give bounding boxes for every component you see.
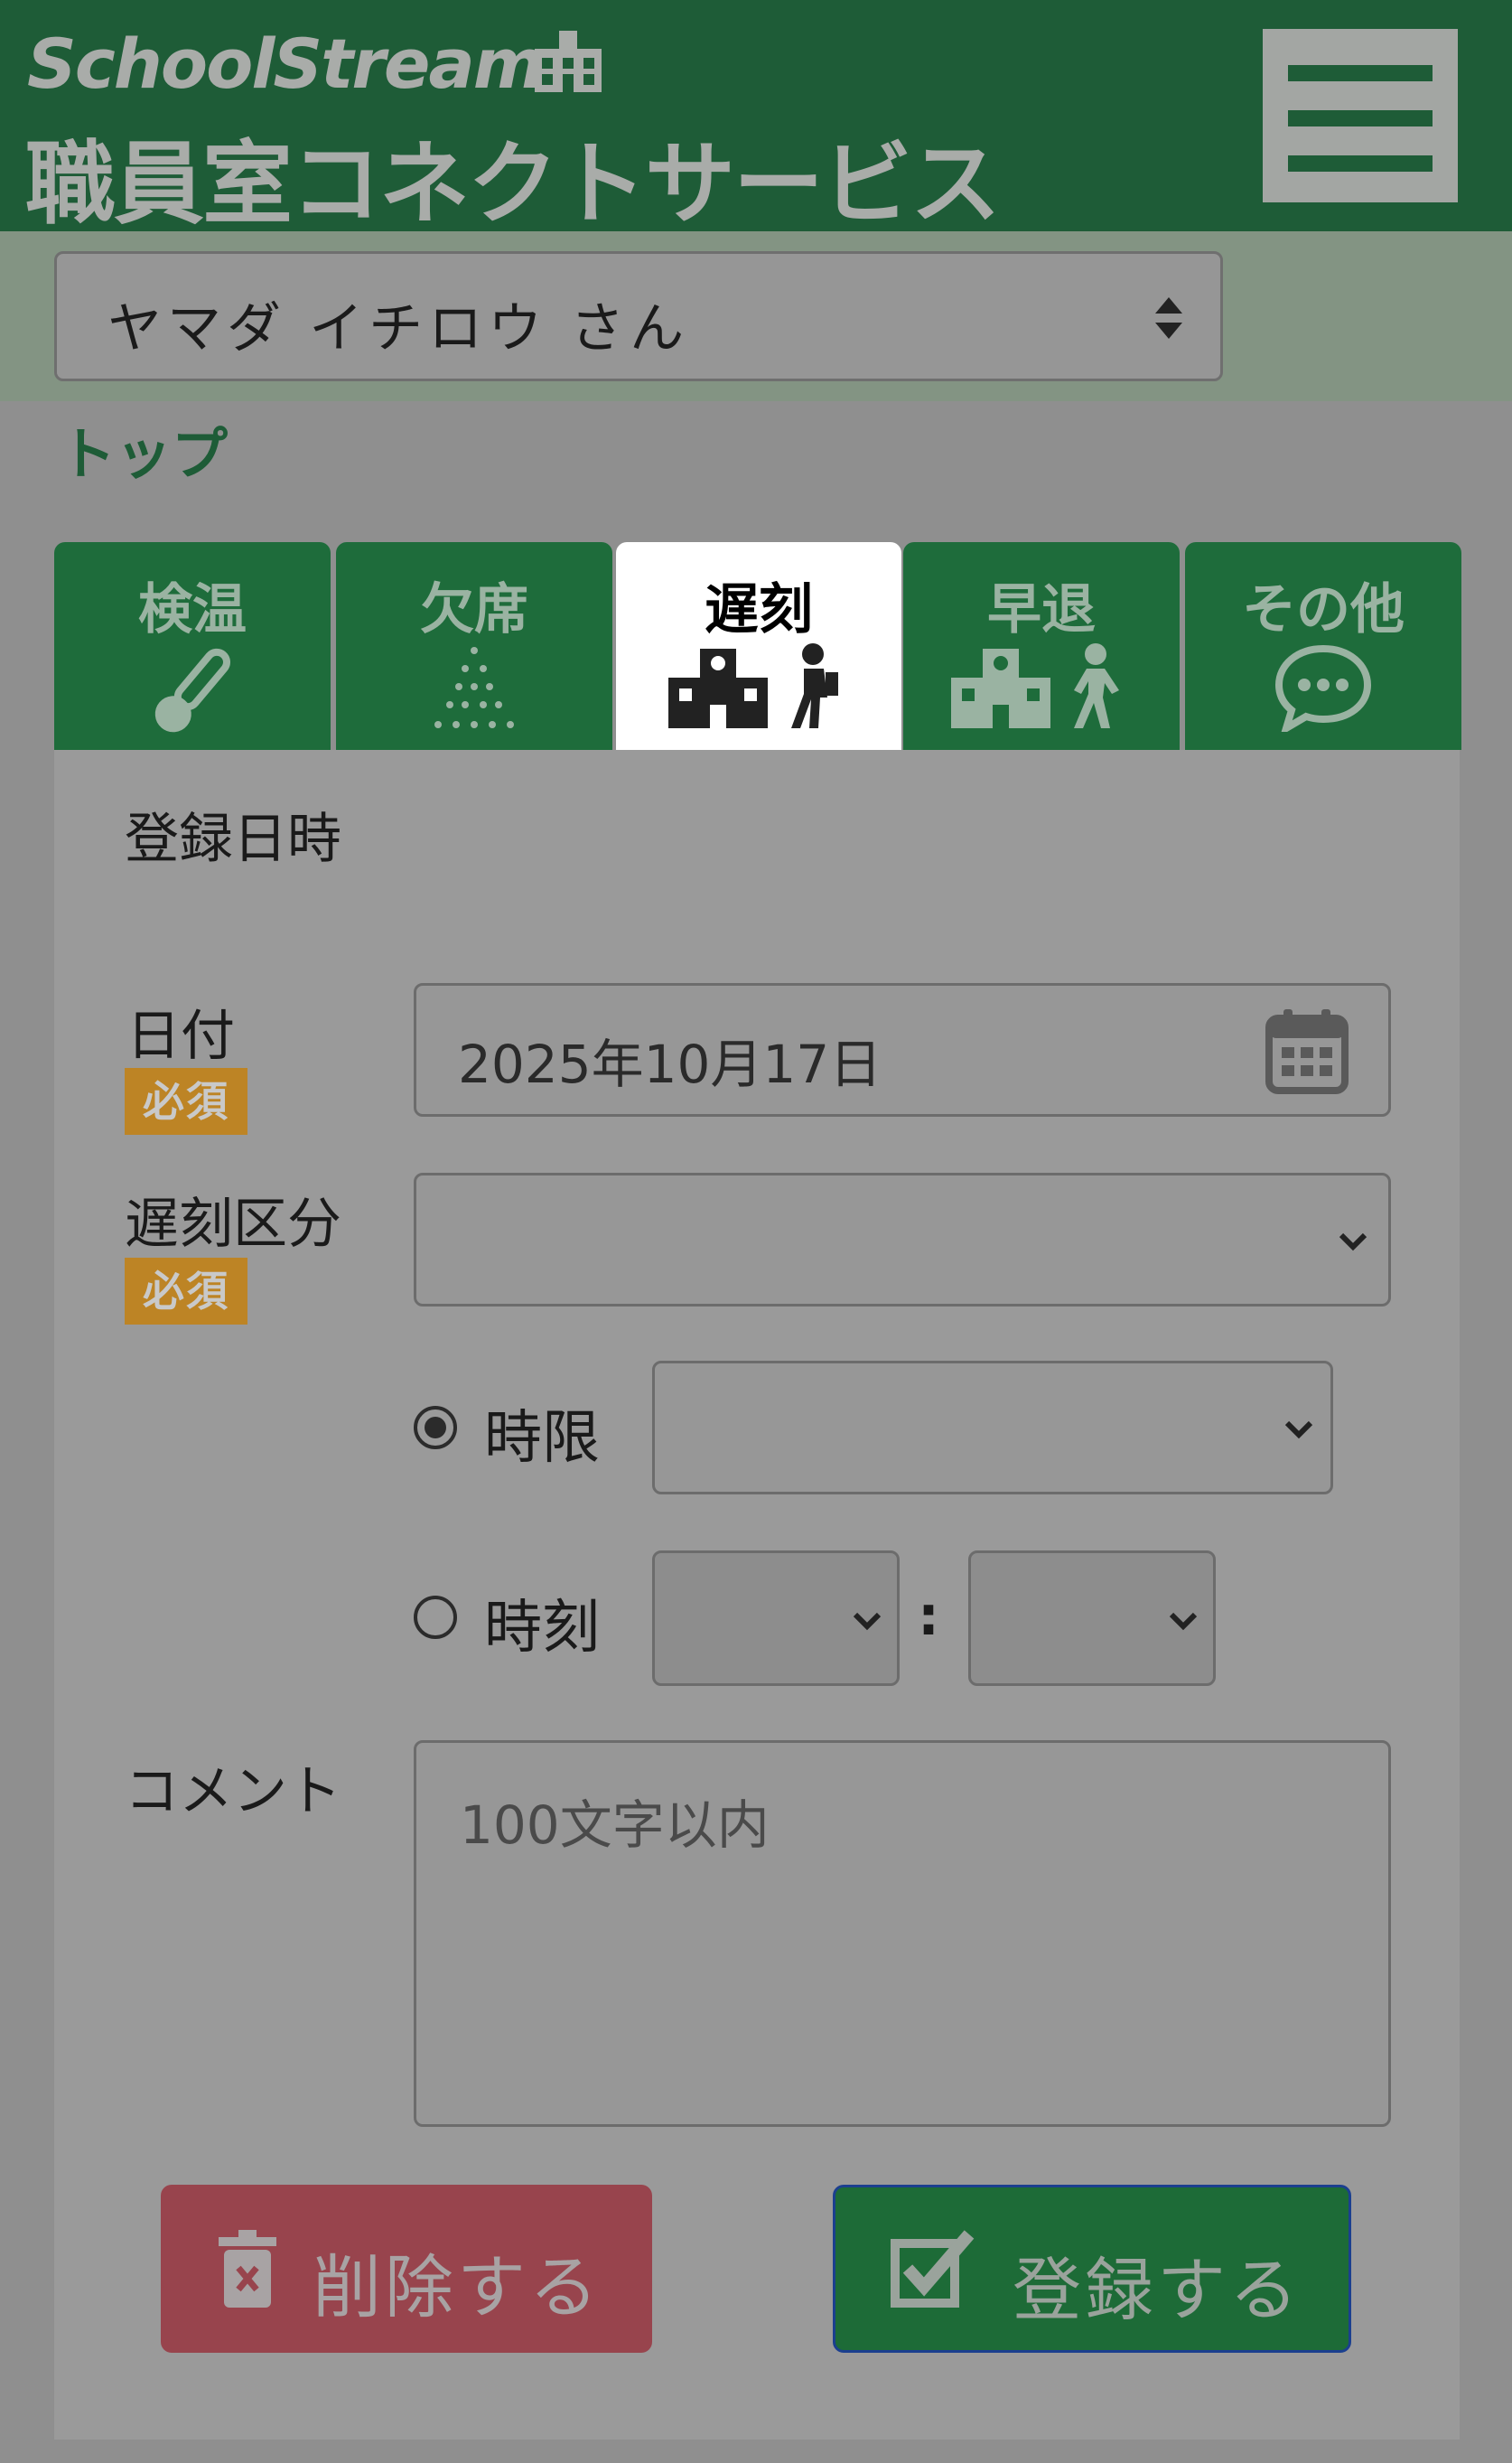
period-select[interactable] bbox=[652, 1361, 1333, 1494]
chevron-down-icon bbox=[1339, 1232, 1367, 1251]
date-value: 2025年10月17日 bbox=[458, 1034, 882, 1095]
time-separator: : bbox=[918, 1585, 939, 1648]
user-select-value: ヤマダ イチロウ さん bbox=[107, 297, 690, 361]
trash-icon bbox=[219, 2230, 276, 2308]
tab-late[interactable]: 遅刻 bbox=[616, 542, 901, 750]
register-button-label: 登録する bbox=[1013, 2250, 1302, 2330]
tab-label: 早退 bbox=[987, 578, 1096, 642]
category-label: 遅刻区分 bbox=[125, 1193, 341, 1256]
brand-logo: SchoolStream bbox=[27, 23, 545, 104]
register-button[interactable]: 登録する bbox=[833, 2185, 1351, 2353]
category-select[interactable] bbox=[414, 1173, 1391, 1306]
chevron-down-icon bbox=[1284, 1420, 1313, 1439]
app-header: SchoolStream 職員室コネクトサービス bbox=[0, 0, 1512, 237]
radio-selected-dot bbox=[425, 1417, 446, 1438]
service-title: 職員室コネクトサービス bbox=[25, 131, 1001, 237]
required-badge: 必須 bbox=[125, 1068, 247, 1135]
breadcrumb-top-link[interactable]: トップ bbox=[60, 408, 228, 490]
user-select[interactable]: ヤマダ イチロウ さん bbox=[54, 251, 1223, 381]
dots-icon bbox=[434, 647, 514, 728]
tab-early-leave[interactable]: 早退 bbox=[903, 542, 1180, 750]
hamburger-bar bbox=[1288, 110, 1433, 126]
chevron-down-icon bbox=[1169, 1612, 1198, 1631]
tab-label: 遅刻 bbox=[705, 578, 813, 642]
tab-temperature[interactable]: 検温 bbox=[54, 542, 331, 750]
sort-arrows-icon bbox=[1155, 297, 1182, 339]
hour-select[interactable] bbox=[652, 1550, 900, 1686]
school-walk-in-icon bbox=[668, 643, 838, 728]
tab-absence[interactable]: 欠席 bbox=[336, 542, 612, 750]
minute-select[interactable] bbox=[968, 1550, 1216, 1686]
hamburger-bar bbox=[1288, 155, 1433, 172]
time-label: 時刻 bbox=[484, 1595, 600, 1662]
time-radio[interactable] bbox=[414, 1596, 457, 1639]
chevron-down-icon bbox=[853, 1612, 882, 1631]
school-walk-out-icon bbox=[951, 643, 1119, 728]
delete-button-label: 削除する bbox=[313, 2247, 602, 2327]
date-field[interactable]: 2025年10月17日 bbox=[414, 983, 1391, 1117]
tab-other[interactable]: その他 bbox=[1185, 542, 1461, 750]
comment-textarea[interactable]: 100文字以内 bbox=[414, 1740, 1391, 2127]
tab-label: 欠席 bbox=[420, 578, 528, 642]
section-title: 登録日時 bbox=[125, 808, 341, 871]
tab-label: 検温 bbox=[138, 578, 247, 642]
required-badge: 必須 bbox=[125, 1258, 247, 1325]
checkbox-check-icon bbox=[891, 2230, 975, 2308]
chat-bubble-icon bbox=[1274, 644, 1372, 732]
school-logo-icon bbox=[535, 31, 602, 92]
hamburger-menu-button[interactable] bbox=[1263, 29, 1458, 202]
thermometer-icon bbox=[154, 648, 230, 733]
date-label: 日付 bbox=[126, 1005, 235, 1068]
delete-button[interactable]: 削除する bbox=[161, 2185, 652, 2353]
calendar-icon[interactable] bbox=[1265, 1007, 1349, 1094]
comment-placeholder: 100文字以内 bbox=[460, 1794, 770, 1856]
hamburger-icon bbox=[1288, 65, 1433, 81]
comment-label: コメント bbox=[125, 1760, 341, 1823]
period-label: 時限 bbox=[484, 1405, 600, 1472]
tab-label: その他 bbox=[1242, 578, 1405, 642]
period-radio[interactable] bbox=[414, 1406, 457, 1449]
